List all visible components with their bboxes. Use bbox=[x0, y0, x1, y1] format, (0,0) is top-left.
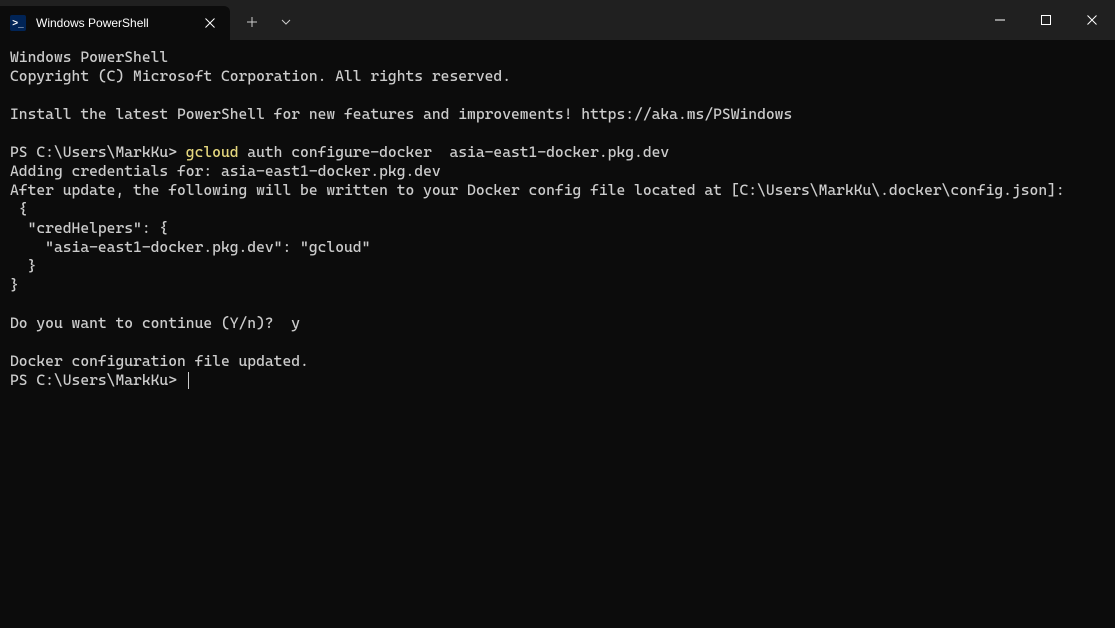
terminal-line: Windows PowerShell bbox=[10, 48, 168, 66]
terminal-line: Docker configuration file updated. bbox=[10, 352, 309, 370]
chevron-down-icon bbox=[281, 19, 291, 25]
powershell-icon: >_ bbox=[10, 15, 26, 31]
terminal-line: "credHelpers": { bbox=[10, 219, 168, 237]
close-icon bbox=[205, 18, 215, 28]
window-controls bbox=[977, 0, 1115, 40]
terminal-line: Adding credentials for: asia-east1-docke… bbox=[10, 162, 441, 180]
powershell-icon-glyph: >_ bbox=[12, 18, 23, 29]
close-icon bbox=[1087, 15, 1097, 25]
tab-actions bbox=[230, 0, 302, 40]
terminal-line: Install the latest PowerShell for new fe… bbox=[10, 105, 792, 123]
terminal-line: } bbox=[10, 257, 36, 275]
titlebar[interactable]: >_ Windows PowerShell bbox=[0, 0, 1115, 40]
terminal-cursor bbox=[188, 372, 189, 389]
terminal-line: Do you want to continue (Y/n)? y bbox=[10, 314, 300, 332]
maximize-button[interactable] bbox=[1023, 0, 1069, 40]
tab-title: Windows PowerShell bbox=[36, 16, 192, 30]
terminal-line: } bbox=[10, 276, 19, 294]
tab-dropdown-button[interactable] bbox=[270, 6, 302, 38]
new-tab-button[interactable] bbox=[236, 6, 268, 38]
tab-close-button[interactable] bbox=[202, 15, 218, 31]
terminal-command-args: auth configure-docker asia-east1-docker.… bbox=[239, 143, 670, 161]
plus-icon bbox=[247, 17, 257, 27]
minimize-button[interactable] bbox=[977, 0, 1023, 40]
minimize-icon bbox=[995, 15, 1005, 25]
titlebar-drag-area[interactable] bbox=[302, 0, 977, 40]
terminal-line: "asia-east1-docker.pkg.dev": "gcloud" bbox=[10, 238, 370, 256]
maximize-icon bbox=[1041, 15, 1051, 25]
terminal-content[interactable]: Windows PowerShell Copyright (C) Microso… bbox=[0, 40, 1115, 398]
terminal-line: { bbox=[10, 200, 28, 218]
terminal-prompt: PS C:\Users\MarkKu> bbox=[10, 143, 186, 161]
window-close-button[interactable] bbox=[1069, 0, 1115, 40]
terminal-line: Copyright (C) Microsoft Corporation. All… bbox=[10, 67, 511, 85]
terminal-prompt: PS C:\Users\MarkKu> bbox=[10, 371, 186, 389]
terminal-command-highlight: gcloud bbox=[186, 143, 239, 161]
terminal-line: After update, the following will be writ… bbox=[10, 181, 1065, 199]
tab-powershell[interactable]: >_ Windows PowerShell bbox=[0, 6, 230, 40]
